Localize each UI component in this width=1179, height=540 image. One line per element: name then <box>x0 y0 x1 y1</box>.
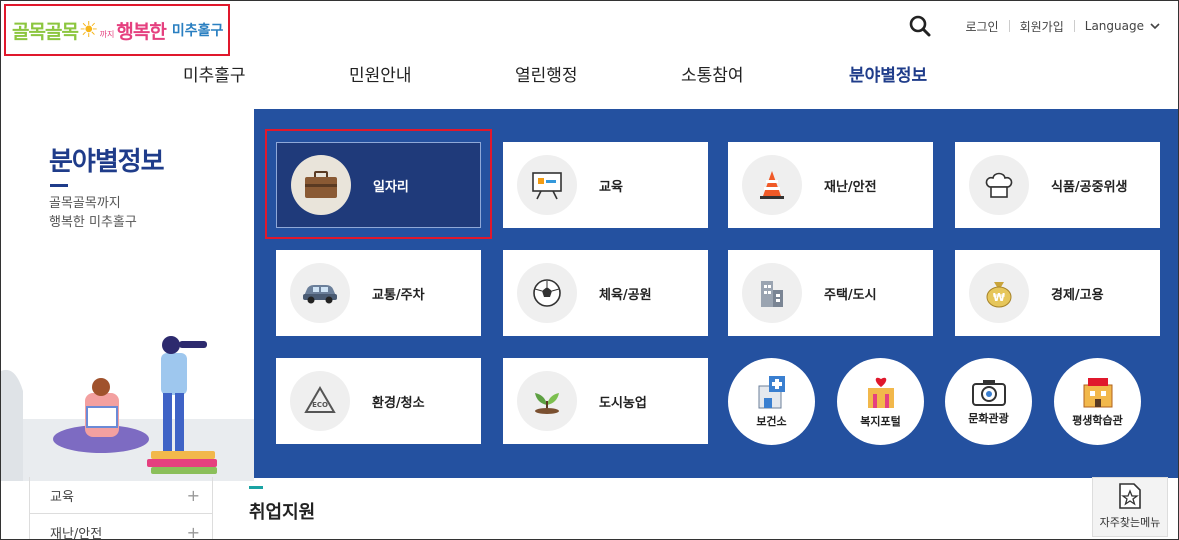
card-label: 환경/청소 <box>372 395 425 411</box>
frequent-menu-label: 자주찾는메뉴 <box>1099 516 1161 529</box>
welfare-portal-button[interactable]: 복지포털 <box>837 358 924 445</box>
plus-icon: + <box>186 485 200 505</box>
main-navigation: 미추홀구 민원안내 열린행정 소통참여 분야별정보 <box>141 61 1041 87</box>
round-label: 복지포털 <box>860 415 901 428</box>
page-frame: 골목골목 ☀ 까지 행복한 미추홀구 로그인 회원가입 Language 미추홀… <box>0 0 1179 540</box>
gnb-item-michuhol[interactable]: 미추홀구 <box>183 61 246 86</box>
subtitle-line2: 행복한 미추홀구 <box>49 215 137 230</box>
star-document-icon <box>1119 483 1141 509</box>
card-housing-city[interactable]: 주택/도시 <box>728 250 933 336</box>
side-menu-label: 재난/안전 <box>50 526 103 540</box>
card-food-hygiene[interactable]: 식품/공중위생 <box>955 142 1160 228</box>
logo-text-a: 골목골목 <box>12 20 79 43</box>
sun-icon: ☀ <box>78 17 99 43</box>
card-label: 재난/안전 <box>824 179 877 195</box>
card-label: 교육 <box>599 179 623 195</box>
gnb-item-civil[interactable]: 민원안내 <box>349 61 412 86</box>
side-menu-list: 교육 + 재난/안전 + <box>29 477 213 540</box>
gnb-item-open-admin[interactable]: 열린행정 <box>515 61 578 86</box>
card-sports-park[interactable]: 체육/공원 <box>503 250 708 336</box>
recycle-eco-icon: ECO <box>290 371 350 431</box>
traffic-cone-icon <box>742 155 802 215</box>
soccer-ball-icon <box>517 263 577 323</box>
culture-tourism-button[interactable]: 문화관광 <box>945 358 1032 445</box>
card-environment-cleaning[interactable]: ECO 환경/청소 <box>276 358 481 444</box>
gnb-item-participation[interactable]: 소통참여 <box>681 61 744 86</box>
round-label: 평생학습관 <box>1072 414 1123 427</box>
side-menu-label: 교육 <box>50 489 74 505</box>
logo-text-b: 행복한 <box>116 20 166 43</box>
presentation-board-icon <box>517 155 577 215</box>
reading-people-illustration <box>1 336 254 481</box>
camera-icon <box>971 380 1006 406</box>
car-icon <box>290 263 350 323</box>
side-menu-item-safety[interactable]: 재난/안전 + <box>29 514 213 540</box>
sprout-icon <box>517 371 577 431</box>
language-select[interactable]: Language <box>1075 19 1160 33</box>
card-label: 일자리 <box>373 179 409 195</box>
logo-text-small: 까지 <box>99 29 115 39</box>
svg-text:ECO: ECO <box>312 401 328 409</box>
chef-hat-icon <box>969 155 1029 215</box>
section-subtitle: 골목골목까지 행복한 미추홀구 <box>49 194 137 232</box>
school-icon <box>1083 378 1112 408</box>
round-label: 보건소 <box>756 415 787 428</box>
card-disaster-safety[interactable]: 재난/안전 <box>728 142 933 228</box>
card-education[interactable]: 교육 <box>503 142 708 228</box>
content-title-accent <box>249 486 263 489</box>
section-title: 분야별정보 <box>49 147 165 177</box>
building-icon <box>742 263 802 323</box>
signup-link[interactable]: 회원가입 <box>1010 18 1074 35</box>
login-link[interactable]: 로그인 <box>955 18 1008 35</box>
chevron-down-icon <box>1150 22 1160 29</box>
gnb-item-field-info[interactable]: 분야별정보 <box>849 61 927 86</box>
card-label: 교통/주차 <box>372 287 425 303</box>
frequent-menu-button[interactable]: 자주찾는메뉴 <box>1092 477 1168 537</box>
briefcase-icon <box>291 155 351 215</box>
content-title: 취업지원 <box>249 502 316 523</box>
card-urban-farming[interactable]: 도시농업 <box>503 358 708 444</box>
card-label: 주택/도시 <box>824 287 877 303</box>
card-jobs[interactable]: 일자리 <box>276 142 481 228</box>
heart-house-icon <box>867 377 894 408</box>
health-center-button[interactable]: 보건소 <box>728 358 815 445</box>
svg-text:₩: ₩ <box>993 291 1005 304</box>
site-logo[interactable]: 골목골목 ☀ 까지 행복한 미추홀구 <box>4 4 230 56</box>
title-underline <box>50 184 68 187</box>
logo-text-c: 미추홀구 <box>171 23 224 39</box>
card-traffic-parking[interactable]: 교통/주차 <box>276 250 481 336</box>
card-label: 식품/공중위생 <box>1051 179 1128 195</box>
search-icon[interactable] <box>909 15 931 37</box>
side-menu-item-education[interactable]: 교육 + <box>29 477 213 514</box>
subtitle-line1: 골목골목까지 <box>49 196 121 211</box>
card-economy-employment[interactable]: ₩ 경제/고용 <box>955 250 1160 336</box>
card-label: 체육/공원 <box>599 287 652 303</box>
plus-icon: + <box>186 522 200 540</box>
card-label: 경제/고용 <box>1051 287 1104 303</box>
hospital-icon <box>758 376 785 409</box>
utility-bar: 로그인 회원가입 Language <box>909 15 1160 37</box>
lifelong-learning-button[interactable]: 평생학습관 <box>1054 358 1141 445</box>
money-bag-icon: ₩ <box>969 263 1029 323</box>
language-label: Language <box>1084 19 1144 33</box>
round-label: 문화관광 <box>968 412 1009 425</box>
card-label: 도시농업 <box>599 395 647 411</box>
